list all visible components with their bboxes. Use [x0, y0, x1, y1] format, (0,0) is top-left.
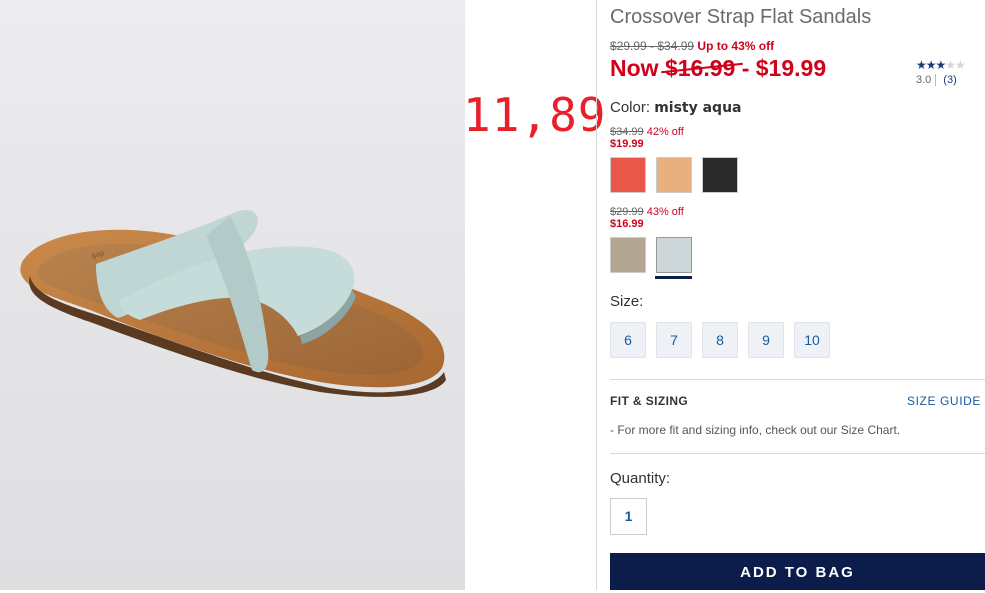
divider	[610, 379, 985, 380]
selected-swatch-indicator	[655, 276, 692, 279]
size-label: Size:	[610, 293, 644, 310]
swatch-coral[interactable]	[610, 157, 646, 193]
product-image: gap	[0, 0, 465, 590]
fit-sizing-note: - For more fit and sizing info, check ou…	[610, 423, 901, 437]
star-rating-icon: ★★★★★	[916, 58, 966, 72]
sale-price-prefix: Now	[610, 55, 665, 81]
fit-sizing-heading: FIT & SIZING	[610, 394, 689, 408]
color-selection: Color: misty aqua	[610, 99, 741, 116]
group-was-price: $34.99	[610, 126, 644, 138]
swatch-group-price: $29.99 43% off $16.99	[610, 206, 684, 230]
quantity-input[interactable]: 1	[610, 498, 647, 535]
swatch-tan[interactable]	[656, 157, 692, 193]
divider	[610, 453, 985, 454]
add-to-bag-button[interactable]: ADD TO BAG	[610, 553, 985, 590]
group-now-price: $16.99	[610, 218, 644, 230]
size-option-8[interactable]: 8	[702, 322, 738, 358]
swatch-black[interactable]	[702, 157, 738, 193]
handwritten-price-annotation: 11,89	[463, 88, 607, 142]
swatch-group-price: $34.99 42% off $19.99	[610, 126, 684, 150]
rating-value: 3.0	[916, 74, 932, 86]
discount-text: Up to 43% off	[697, 39, 775, 53]
group-was-price: $29.99	[610, 206, 644, 218]
original-price-range: $29.99 - $34.99 Up to 43% off	[610, 39, 774, 53]
size-guide-link[interactable]: SIZE GUIDE	[907, 394, 981, 408]
swatch-taupe[interactable]	[610, 237, 646, 273]
size-option-6[interactable]: 6	[610, 322, 646, 358]
original-price: $29.99 - $34.99	[610, 39, 695, 53]
sale-price-low: $16.99	[664, 55, 736, 81]
product-info-panel: Crossover Strap Flat Sandals $29.99 - $3…	[610, 0, 985, 590]
group-discount: 42% off	[646, 126, 684, 138]
size-option-7[interactable]: 7	[656, 322, 692, 358]
selected-color: misty aqua	[654, 100, 742, 116]
column-divider	[596, 0, 597, 590]
sale-price-high: $19.99	[755, 55, 827, 81]
rating-widget[interactable]: ★★★★★ 3.0 (3)	[916, 58, 985, 86]
size-option-9[interactable]: 9	[748, 322, 784, 358]
group-now-price: $19.99	[610, 138, 644, 150]
product-title: Crossover Strap Flat Sandals	[610, 6, 872, 28]
rating-meta: 3.0 (3)	[916, 74, 985, 86]
sale-price-separator: -	[735, 55, 756, 81]
size-option-10[interactable]: 10	[794, 322, 830, 358]
sale-price: Now $16.99 - $19.99	[610, 55, 826, 82]
group-discount: 43% off	[646, 206, 684, 218]
swatch-misty-aqua[interactable]	[656, 237, 692, 273]
color-label: Color:	[610, 99, 651, 116]
review-count-link[interactable]: (3)	[935, 74, 957, 86]
quantity-label: Quantity:	[610, 470, 671, 487]
sandal-illustration: gap	[0, 0, 465, 590]
